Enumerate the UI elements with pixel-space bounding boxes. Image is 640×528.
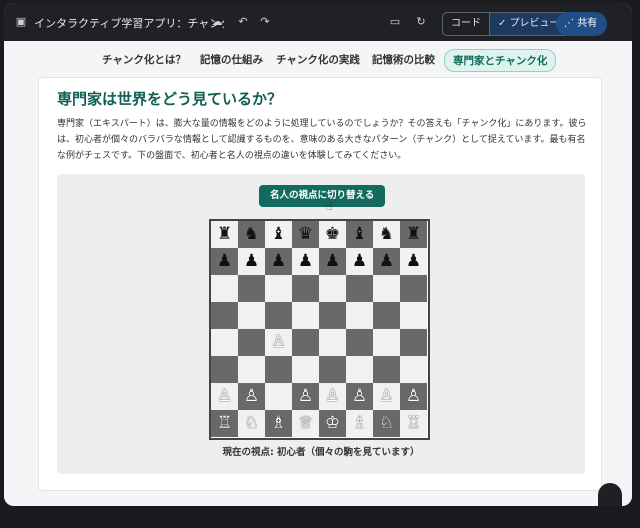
chess-demo: 名人の視点に切り替える ☝ ♜ ♞ ♝ ♛ ♚ ♝ ♞ ♜ ♟ ♟ ♟ ♟ ♟ ♟ ♟ ♟ ♙ ♙ ♙ ♙ ♙ ♙ ♙ ♙ ♖ ♘…: [57, 174, 585, 474]
black-piece: ♜: [216, 224, 233, 244]
board-square: [373, 275, 400, 302]
black-piece: ♟: [297, 251, 314, 271]
board-square: [265, 275, 292, 302]
white-piece: ♗: [270, 413, 287, 433]
board-square: [373, 302, 400, 329]
black-piece: ♜: [405, 224, 422, 244]
board-square: [292, 275, 319, 302]
white-piece: ♕: [297, 413, 314, 433]
board-square: [211, 329, 238, 356]
black-piece: ♞: [378, 224, 395, 244]
black-piece: ♟: [405, 251, 422, 271]
board-square: [346, 329, 373, 356]
black-piece: ♛: [297, 224, 314, 244]
board-square: [211, 302, 238, 329]
nav-item-practice[interactable]: チャンク化の実践: [276, 52, 360, 67]
board-square: [238, 275, 265, 302]
board-square: [238, 302, 265, 329]
share-label: 共有: [577, 18, 598, 29]
undo-icon[interactable]: ↶: [236, 15, 250, 29]
black-piece: ♟: [270, 251, 287, 271]
white-piece: ♙: [216, 386, 233, 406]
board-square: [373, 329, 400, 356]
nav-item-chunking-intro[interactable]: チャンク化とは？: [102, 52, 186, 67]
board-square: [400, 275, 427, 302]
app-title: インタラクティブ学習アプリ：チャンク化の力: [34, 17, 224, 30]
app-menu-icon[interactable]: ▣: [14, 15, 28, 29]
board-square: [238, 329, 265, 356]
board-square: [319, 302, 346, 329]
black-piece: ♟: [324, 251, 341, 271]
white-piece: ♖: [216, 413, 233, 433]
desktop-preview-icon[interactable]: ▭: [388, 15, 402, 29]
white-piece: ♙: [351, 386, 368, 406]
black-piece: ♞: [243, 224, 260, 244]
section-heading: 専門家は世界をどう見ているか？: [57, 90, 283, 108]
white-piece: ♙: [378, 386, 395, 406]
white-piece: ♗: [351, 413, 368, 433]
board-square: [346, 356, 373, 383]
board-square: [400, 302, 427, 329]
white-piece: ♙: [297, 386, 314, 406]
section-nav: チャンク化とは？ 記憶の仕組み チャンク化の実践 記憶術の比較 専門家とチャンク…: [4, 41, 632, 79]
nav-item-memory[interactable]: 記憶の仕組み: [200, 52, 263, 67]
preview-content: チャンク化とは？ 記憶の仕組み チャンク化の実践 記憶術の比較 専門家とチャンク…: [4, 41, 632, 506]
white-piece: ♘: [378, 413, 395, 433]
black-piece: ♝: [351, 224, 368, 244]
chess-board: ♜ ♞ ♝ ♛ ♚ ♝ ♞ ♜ ♟ ♟ ♟ ♟ ♟ ♟ ♟ ♟ ♙ ♙ ♙ ♙ ♙ ♙ ♙ ♙ ♖ ♘ ♗ ♕ ♔ ♗ ♘ ♖: [209, 219, 430, 440]
white-piece: ♙: [324, 386, 341, 406]
board-square: [319, 275, 346, 302]
board-square: [265, 302, 292, 329]
board-square: [265, 383, 292, 410]
share-button[interactable]: ⋰ 共有: [556, 12, 608, 36]
code-tab[interactable]: コード: [443, 13, 489, 35]
black-piece: ♟: [243, 251, 260, 271]
white-piece: ♙: [270, 332, 287, 352]
board-square: [211, 356, 238, 383]
board-square: [400, 356, 427, 383]
nav-item-compare[interactable]: 記憶術の比較: [372, 52, 435, 67]
preview-tab-label: プレビュー: [509, 18, 560, 29]
share-icon: ⋰: [564, 18, 578, 29]
board-square: [211, 275, 238, 302]
white-piece: ♘: [243, 413, 260, 433]
board-square: [319, 329, 346, 356]
check-icon: ✓: [498, 18, 510, 29]
refresh-icon[interactable]: ↻: [414, 15, 428, 29]
redo-icon[interactable]: ↷: [258, 15, 272, 29]
white-piece: ♖: [405, 413, 422, 433]
board-square: [292, 329, 319, 356]
current-view-caption: 現在の視点: 初心者（個々の駒を見ています）: [222, 447, 420, 458]
section-paragraph: 専門家（エキスパート）は、膨大な量の情報をどのように処理しているのでしょうか？そ…: [57, 119, 587, 161]
switch-to-master-view-button[interactable]: 名人の視点に切り替える: [259, 185, 386, 207]
black-piece: ♟: [351, 251, 368, 271]
black-piece: ♚: [324, 224, 341, 244]
white-piece: ♙: [243, 386, 260, 406]
board-square: [292, 302, 319, 329]
white-piece: ♙: [405, 386, 422, 406]
board-square: [265, 356, 292, 383]
black-piece: ♟: [216, 251, 233, 271]
cloud-icon[interactable]: ☁: [210, 15, 224, 29]
board-square: [373, 356, 400, 383]
board-square: [292, 356, 319, 383]
board-square: [346, 302, 373, 329]
board-square: [319, 356, 346, 383]
expert-section-card: 専門家は世界をどう見ているか？ 専門家（エキスパート）は、膨大な量の情報をどのよ…: [38, 77, 602, 491]
board-square: [346, 275, 373, 302]
board-square: [400, 329, 427, 356]
top-bar: ▣ インタラクティブ学習アプリ：チャンク化の力 ☁ ↶ ↷ ▭ ↻ コード ✓ …: [4, 3, 632, 41]
board-square: [238, 356, 265, 383]
nav-item-experts[interactable]: 専門家とチャンク化: [444, 49, 557, 72]
app-window: ▣ インタラクティブ学習アプリ：チャンク化の力 ☁ ↶ ↷ ▭ ↻ コード ✓ …: [4, 3, 632, 506]
black-piece: ♝: [270, 224, 287, 244]
view-toggle: コード ✓ プレビュー: [442, 12, 569, 36]
pointer-cursor-icon: ☝: [326, 200, 333, 213]
black-piece: ♟: [378, 251, 395, 271]
assistant-fab[interactable]: ✦: [598, 483, 622, 506]
white-piece: ♔: [324, 413, 341, 433]
